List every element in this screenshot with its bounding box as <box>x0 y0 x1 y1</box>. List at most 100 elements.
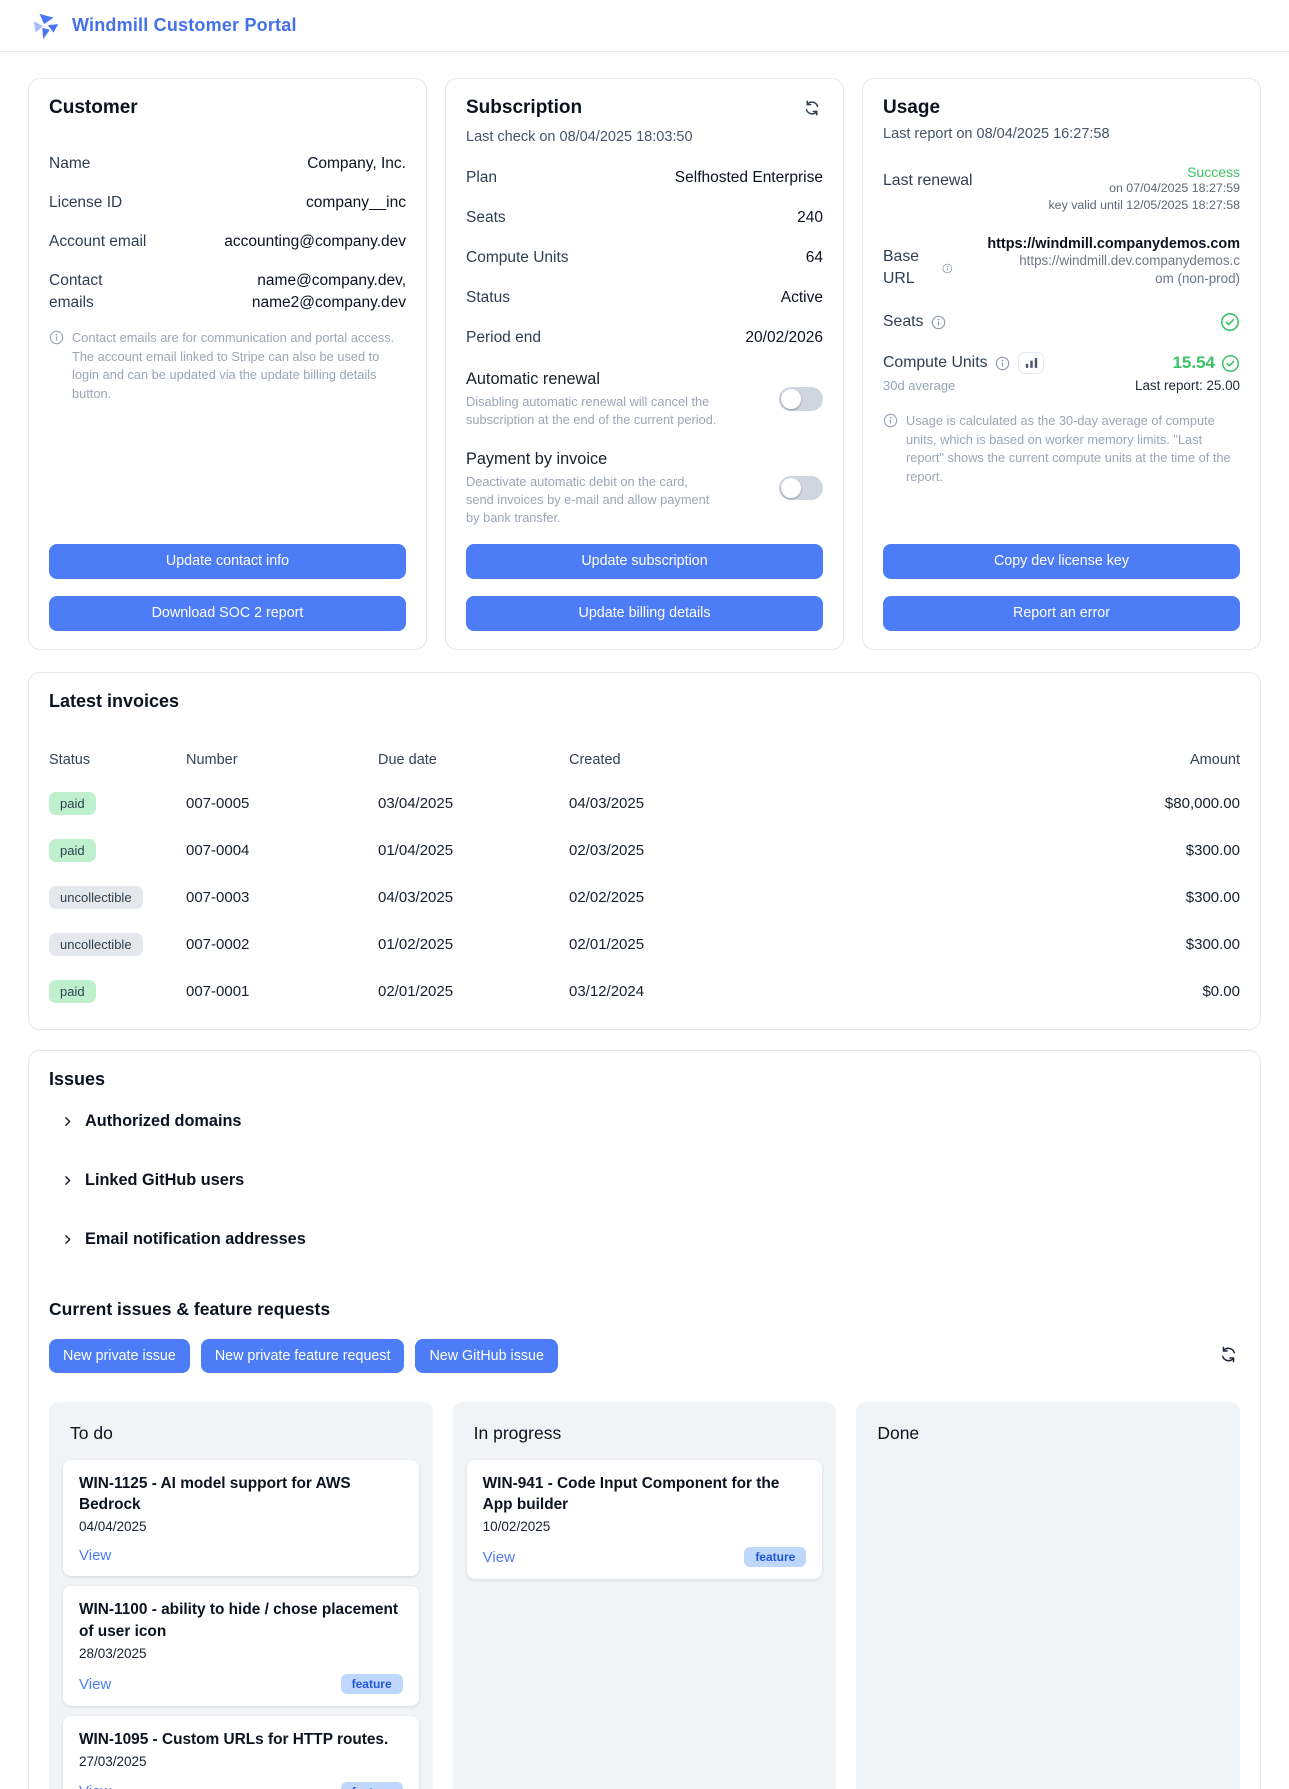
status-badge: paid <box>49 839 96 862</box>
automatic-renewal-row: Automatic renewal Disabling automatic re… <box>466 370 823 429</box>
customer-actions: Update contact info Download SOC 2 repor… <box>49 527 406 631</box>
section-email-notification-addresses[interactable]: Email notification addresses <box>61 1230 1240 1249</box>
update-contact-info-button[interactable]: Update contact info <box>49 544 406 579</box>
new-private-issue-button[interactable]: New private issue <box>49 1339 190 1373</box>
windmill-logo-icon <box>31 11 61 41</box>
field-account-email: Account email accounting@company.dev <box>49 231 406 253</box>
invoices-header-row: Status Number Due date Created Amount <box>49 752 1240 768</box>
field-status: Status Active <box>466 287 823 309</box>
invoice-created: 03/12/2024 <box>569 983 1028 1000</box>
section-authorized-domains[interactable]: Authorized domains <box>61 1112 1240 1131</box>
feature-tag: feature <box>341 1782 403 1789</box>
kanban-column-todo: To do WIN-1125 - AI model support for AW… <box>49 1402 433 1789</box>
kanban-card[interactable]: WIN-1125 - AI model support for AWS Bedr… <box>63 1460 419 1577</box>
last-renewal-row: Last renewal Success on 07/04/2025 18:27… <box>883 164 1240 214</box>
invoice-row: uncollectible 007-0002 01/02/2025 02/01/… <box>49 933 1240 956</box>
compute-units-last-report: Last report: 25.00 <box>1135 378 1240 393</box>
update-billing-details-button[interactable]: Update billing details <box>466 596 823 631</box>
invoice-row: paid 007-0005 03/04/2025 04/03/2025 $80,… <box>49 792 1240 815</box>
compute-units-block: Compute Units 15.54 30d average Last rep… <box>883 352 1240 393</box>
compute-units-ok-check-icon <box>1221 354 1240 373</box>
usage-last-report: Last report on 08/04/2025 16:27:58 <box>883 126 1240 142</box>
view-link[interactable]: View <box>79 1547 111 1564</box>
invoice-number: 007-0004 <box>186 842 378 859</box>
chevron-right-icon <box>61 1115 74 1128</box>
col-amount: Amount <box>1028 752 1240 768</box>
usage-card: Usage Last report on 08/04/2025 16:27:58… <box>862 78 1261 650</box>
last-renewal-label: Last renewal <box>883 172 973 190</box>
payment-by-invoice-row: Payment by invoice Deactivate automatic … <box>466 450 823 527</box>
automatic-renewal-toggle[interactable] <box>779 387 823 411</box>
base-url-prod: https://windmill.companydemos.com <box>987 236 1240 252</box>
invoice-amount: $300.00 <box>1028 889 1240 906</box>
feature-tag: feature <box>341 1674 403 1694</box>
view-link[interactable]: View <box>79 1783 111 1789</box>
compute-units-label: Compute Units <box>883 354 987 372</box>
invoice-due-date: 03/04/2025 <box>378 795 569 812</box>
automatic-renewal-description: Disabling automatic renewal will cancel … <box>466 393 718 429</box>
latest-invoices-card: Latest invoices Status Number Due date C… <box>28 672 1261 1030</box>
subscription-last-check: Last check on 08/04/2025 18:03:50 <box>466 129 823 145</box>
kanban-column-in-progress: In progress WIN-941 - Code Input Compone… <box>453 1402 837 1789</box>
seats-ok-check-icon <box>1220 312 1240 332</box>
col-due-date: Due date <box>378 752 569 768</box>
kanban-card[interactable]: WIN-941 - Code Input Component for the A… <box>467 1460 823 1580</box>
kanban-card[interactable]: WIN-1095 - Custom URLs for HTTP routes. … <box>63 1716 419 1789</box>
view-link[interactable]: View <box>483 1549 515 1566</box>
last-renewal-date: on 07/04/2025 18:27:59 <box>1048 180 1240 197</box>
issues-title: Issues <box>49 1069 1240 1090</box>
issues-sections: Authorized domains Linked GitHub users E… <box>49 1112 1240 1249</box>
invoice-amount: $300.00 <box>1028 842 1240 859</box>
compute-units-average: 15.54 <box>1172 353 1215 373</box>
kanban-column-done: Done <box>856 1402 1240 1789</box>
compute-units-chart-button[interactable] <box>1018 352 1044 374</box>
kanban-card[interactable]: WIN-1100 - ability to hide / chose place… <box>63 1586 419 1706</box>
subscription-card-title: Subscription <box>466 97 582 119</box>
view-link[interactable]: View <box>79 1676 111 1693</box>
invoice-amount: $300.00 <box>1028 936 1240 953</box>
download-soc2-report-button[interactable]: Download SOC 2 report <box>49 596 406 631</box>
new-private-feature-request-button[interactable]: New private feature request <box>201 1339 405 1373</box>
compute-units-average-caption: 30d average <box>883 378 955 393</box>
kanban-board: To do WIN-1125 - AI model support for AW… <box>49 1402 1240 1789</box>
usage-actions: Copy dev license key Report an error <box>883 527 1240 631</box>
field-license-id: License ID company__inc <box>49 192 406 214</box>
top-cards-row: Customer Name Company, Inc. License ID c… <box>28 78 1261 650</box>
usage-card-title: Usage <box>883 97 1240 119</box>
field-name: Name Company, Inc. <box>49 153 406 175</box>
copy-dev-license-key-button[interactable]: Copy dev license key <box>883 544 1240 579</box>
col-created: Created <box>569 752 1028 768</box>
field-plan: Plan Selfhosted Enterprise <box>466 167 823 189</box>
section-linked-github-users[interactable]: Linked GitHub users <box>61 1171 1240 1190</box>
invoice-row: uncollectible 007-0003 04/03/2025 02/02/… <box>49 886 1240 909</box>
kanban-column-title: Done <box>877 1423 1226 1444</box>
invoice-row: paid 007-0004 01/04/2025 02/03/2025 $300… <box>49 839 1240 862</box>
status-badge: paid <box>49 792 96 815</box>
invoice-created: 02/03/2025 <box>569 842 1028 859</box>
invoice-due-date: 01/02/2025 <box>378 936 569 953</box>
customer-card-title: Customer <box>49 97 406 119</box>
info-icon <box>995 356 1010 371</box>
usage-note: Usage is calculated as the 30-day averag… <box>883 412 1240 486</box>
invoice-due-date: 02/01/2025 <box>378 983 569 1000</box>
issues-card: Issues Authorized domains Linked GitHub … <box>28 1050 1261 1789</box>
report-an-error-button[interactable]: Report an error <box>883 596 1240 631</box>
invoice-number: 007-0005 <box>186 795 378 812</box>
base-url-row: Base URL https://windmill.companydemos.c… <box>883 236 1240 290</box>
subscription-card: Subscription Last check on 08/04/2025 18… <box>445 78 844 650</box>
invoice-number: 007-0003 <box>186 889 378 906</box>
refresh-issues-icon[interactable] <box>1217 1343 1240 1369</box>
col-number: Number <box>186 752 378 768</box>
new-github-issue-button[interactable]: New GitHub issue <box>415 1339 557 1373</box>
customer-fields: Name Company, Inc. License ID company__i… <box>49 153 406 314</box>
info-icon <box>942 261 953 276</box>
invoice-row: paid 007-0001 02/01/2025 03/12/2024 $0.0… <box>49 980 1240 1003</box>
refresh-subscription-icon[interactable] <box>801 97 823 122</box>
kanban-column-title: In progress <box>474 1423 823 1444</box>
update-subscription-button[interactable]: Update subscription <box>466 544 823 579</box>
invoice-number: 007-0002 <box>186 936 378 953</box>
payment-by-invoice-toggle[interactable] <box>779 476 823 500</box>
seats-row: Seats <box>883 312 1240 332</box>
payment-by-invoice-label: Payment by invoice <box>466 450 718 469</box>
base-url-label: Base URL <box>883 246 934 290</box>
